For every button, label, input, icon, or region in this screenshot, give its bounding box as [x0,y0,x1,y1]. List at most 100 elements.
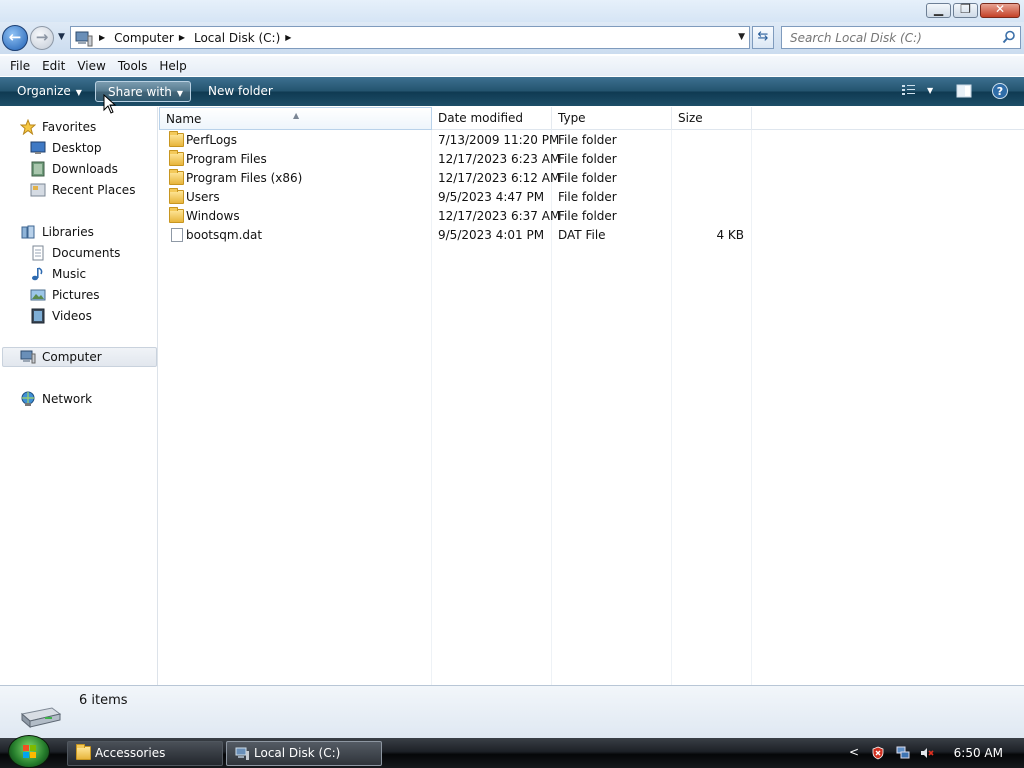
computer-icon [235,746,250,760]
nav-label: Documents [52,246,121,260]
recent-pages-dropdown[interactable]: ▼ [58,32,65,42]
nav-pictures[interactable]: Pictures [30,285,100,305]
folder-icon [169,207,184,223]
column-size[interactable]: Size [672,107,752,130]
maximize-button[interactable]: ❐ [953,2,978,18]
back-button[interactable]: ← [2,25,28,51]
windows-logo-icon [23,745,36,758]
network-status-icon[interactable] [896,746,910,760]
computer-icon [20,349,36,365]
breadcrumb-local-disk[interactable]: Local Disk (C:) [194,31,280,45]
help-icon[interactable]: ? [991,82,1009,103]
folder-icon [76,744,91,760]
close-button[interactable]: ✕ [980,2,1020,18]
taskbar-button-local-disk[interactable]: Local Disk (C:) [226,741,382,766]
documents-icon [30,245,46,261]
star-icon [19,118,37,136]
view-dropdown-icon[interactable]: ▼ [927,86,933,95]
nav-favorites[interactable]: Favorites [19,117,96,137]
menu-help[interactable]: Help [153,59,192,73]
preview-pane-icon[interactable] [956,83,972,102]
column-label: Name [166,112,202,126]
taskbar-button-accessories[interactable]: Accessories [67,741,223,766]
file-list: Name ▲ Date modified Type Size PerfLogs 7… [159,107,1024,685]
security-alert-icon[interactable] [871,746,885,760]
taskbar: Accessories Local Disk (C:) < 6:50 AM [0,738,1024,768]
computer-icon [75,31,93,46]
file-row[interactable]: Windows 12/17/2023 6:37 AM File folder [159,207,752,226]
file-name: bootsqm.dat [186,228,263,242]
menu-edit[interactable]: Edit [36,59,71,73]
column-label: Size [678,111,703,125]
file-row[interactable]: Users 9/5/2023 4:47 PM File folder [159,188,752,207]
start-button[interactable] [8,735,50,768]
menu-file[interactable]: File [4,59,36,73]
new-folder-button[interactable]: New folder [204,81,277,102]
search-icon[interactable] [1002,30,1016,44]
minimize-icon: ▁ [933,2,944,16]
refresh-button[interactable]: ⇆ [752,26,774,49]
nav-computer[interactable]: Computer [2,347,157,367]
nav-downloads[interactable]: Downloads [30,159,118,179]
address-bar[interactable]: ▶ Computer ▶ Local Disk (C:) ▶ ▼ [70,26,750,49]
file-date: 9/5/2023 4:01 PM [438,228,545,242]
column-date-modified[interactable]: Date modified [432,107,552,130]
close-icon: ✕ [994,2,1006,16]
nav-network[interactable]: Network [20,389,92,409]
nav-label: Downloads [52,162,118,176]
file-name: Users [186,190,220,204]
file-type: DAT File [558,228,606,242]
file-type: File folder [558,209,617,223]
nav-label: Videos [52,309,92,323]
downloads-icon [30,161,46,177]
menu-bar: File Edit View Tools Help [0,56,1024,76]
breadcrumb-separator-icon[interactable]: ▶ [99,33,105,42]
nav-libraries[interactable]: Libraries [20,222,94,242]
minimize-button[interactable]: ▁ [926,2,951,18]
column-type[interactable]: Type [552,107,672,130]
forward-arrow-icon: → [35,28,49,46]
new-folder-label: New folder [208,84,273,98]
nav-label: Libraries [42,225,94,239]
file-type: File folder [558,171,617,185]
organize-button[interactable]: Organize ▼ [13,81,86,102]
music-icon [30,266,46,282]
show-hidden-icons-icon[interactable]: < [849,745,863,759]
nav-videos[interactable]: Videos [30,306,92,326]
network-icon [20,391,36,407]
breadcrumb-computer[interactable]: Computer [114,31,174,45]
file-type: File folder [558,190,617,204]
file-row[interactable]: Program Files (x86) 12/17/2023 6:12 AM F… [159,169,752,188]
breadcrumb-separator-icon[interactable]: ▶ [285,33,291,42]
file-row[interactable]: Program Files 12/17/2023 6:23 AM File fo… [159,150,752,169]
forward-button[interactable]: → [30,26,54,50]
view-options-icon[interactable] [900,84,916,101]
nav-desktop[interactable]: Desktop [30,138,102,158]
nav-music[interactable]: Music [30,264,86,284]
column-header: Name ▲ Date modified Type Size [159,107,1024,130]
file-date: 7/13/2009 11:20 PM [438,133,560,147]
file-type: File folder [558,133,617,147]
search-input[interactable] [790,30,990,45]
file-size: 4 KB [716,228,744,242]
restore-icon: ❐ [960,2,971,16]
menu-view[interactable]: View [71,59,111,73]
system-tray: < 6:50 AM [844,738,1024,768]
chevron-down-icon: ▼ [75,88,82,97]
details-pane: 6 items [0,685,1024,738]
menu-tools[interactable]: Tools [112,59,154,73]
volume-muted-icon[interactable] [920,746,934,760]
item-count: 6 items [79,693,128,708]
file-row[interactable]: bootsqm.dat 9/5/2023 4:01 PM DAT File 4 … [159,226,752,245]
file-name: Windows [186,209,240,223]
desktop-icon [30,140,46,156]
taskbar-label: Accessories [95,746,166,760]
clock[interactable]: 6:50 AM [954,746,1003,760]
nav-documents[interactable]: Documents [30,243,120,263]
column-name[interactable]: Name ▲ [159,107,432,130]
address-dropdown-icon[interactable]: ▼ [738,32,745,42]
breadcrumb-separator-icon[interactable]: ▶ [179,33,185,42]
search-box [781,26,1021,49]
nav-recent-places[interactable]: Recent Places [30,180,135,200]
file-row[interactable]: PerfLogs 7/13/2009 11:20 PM File folder [159,131,752,150]
